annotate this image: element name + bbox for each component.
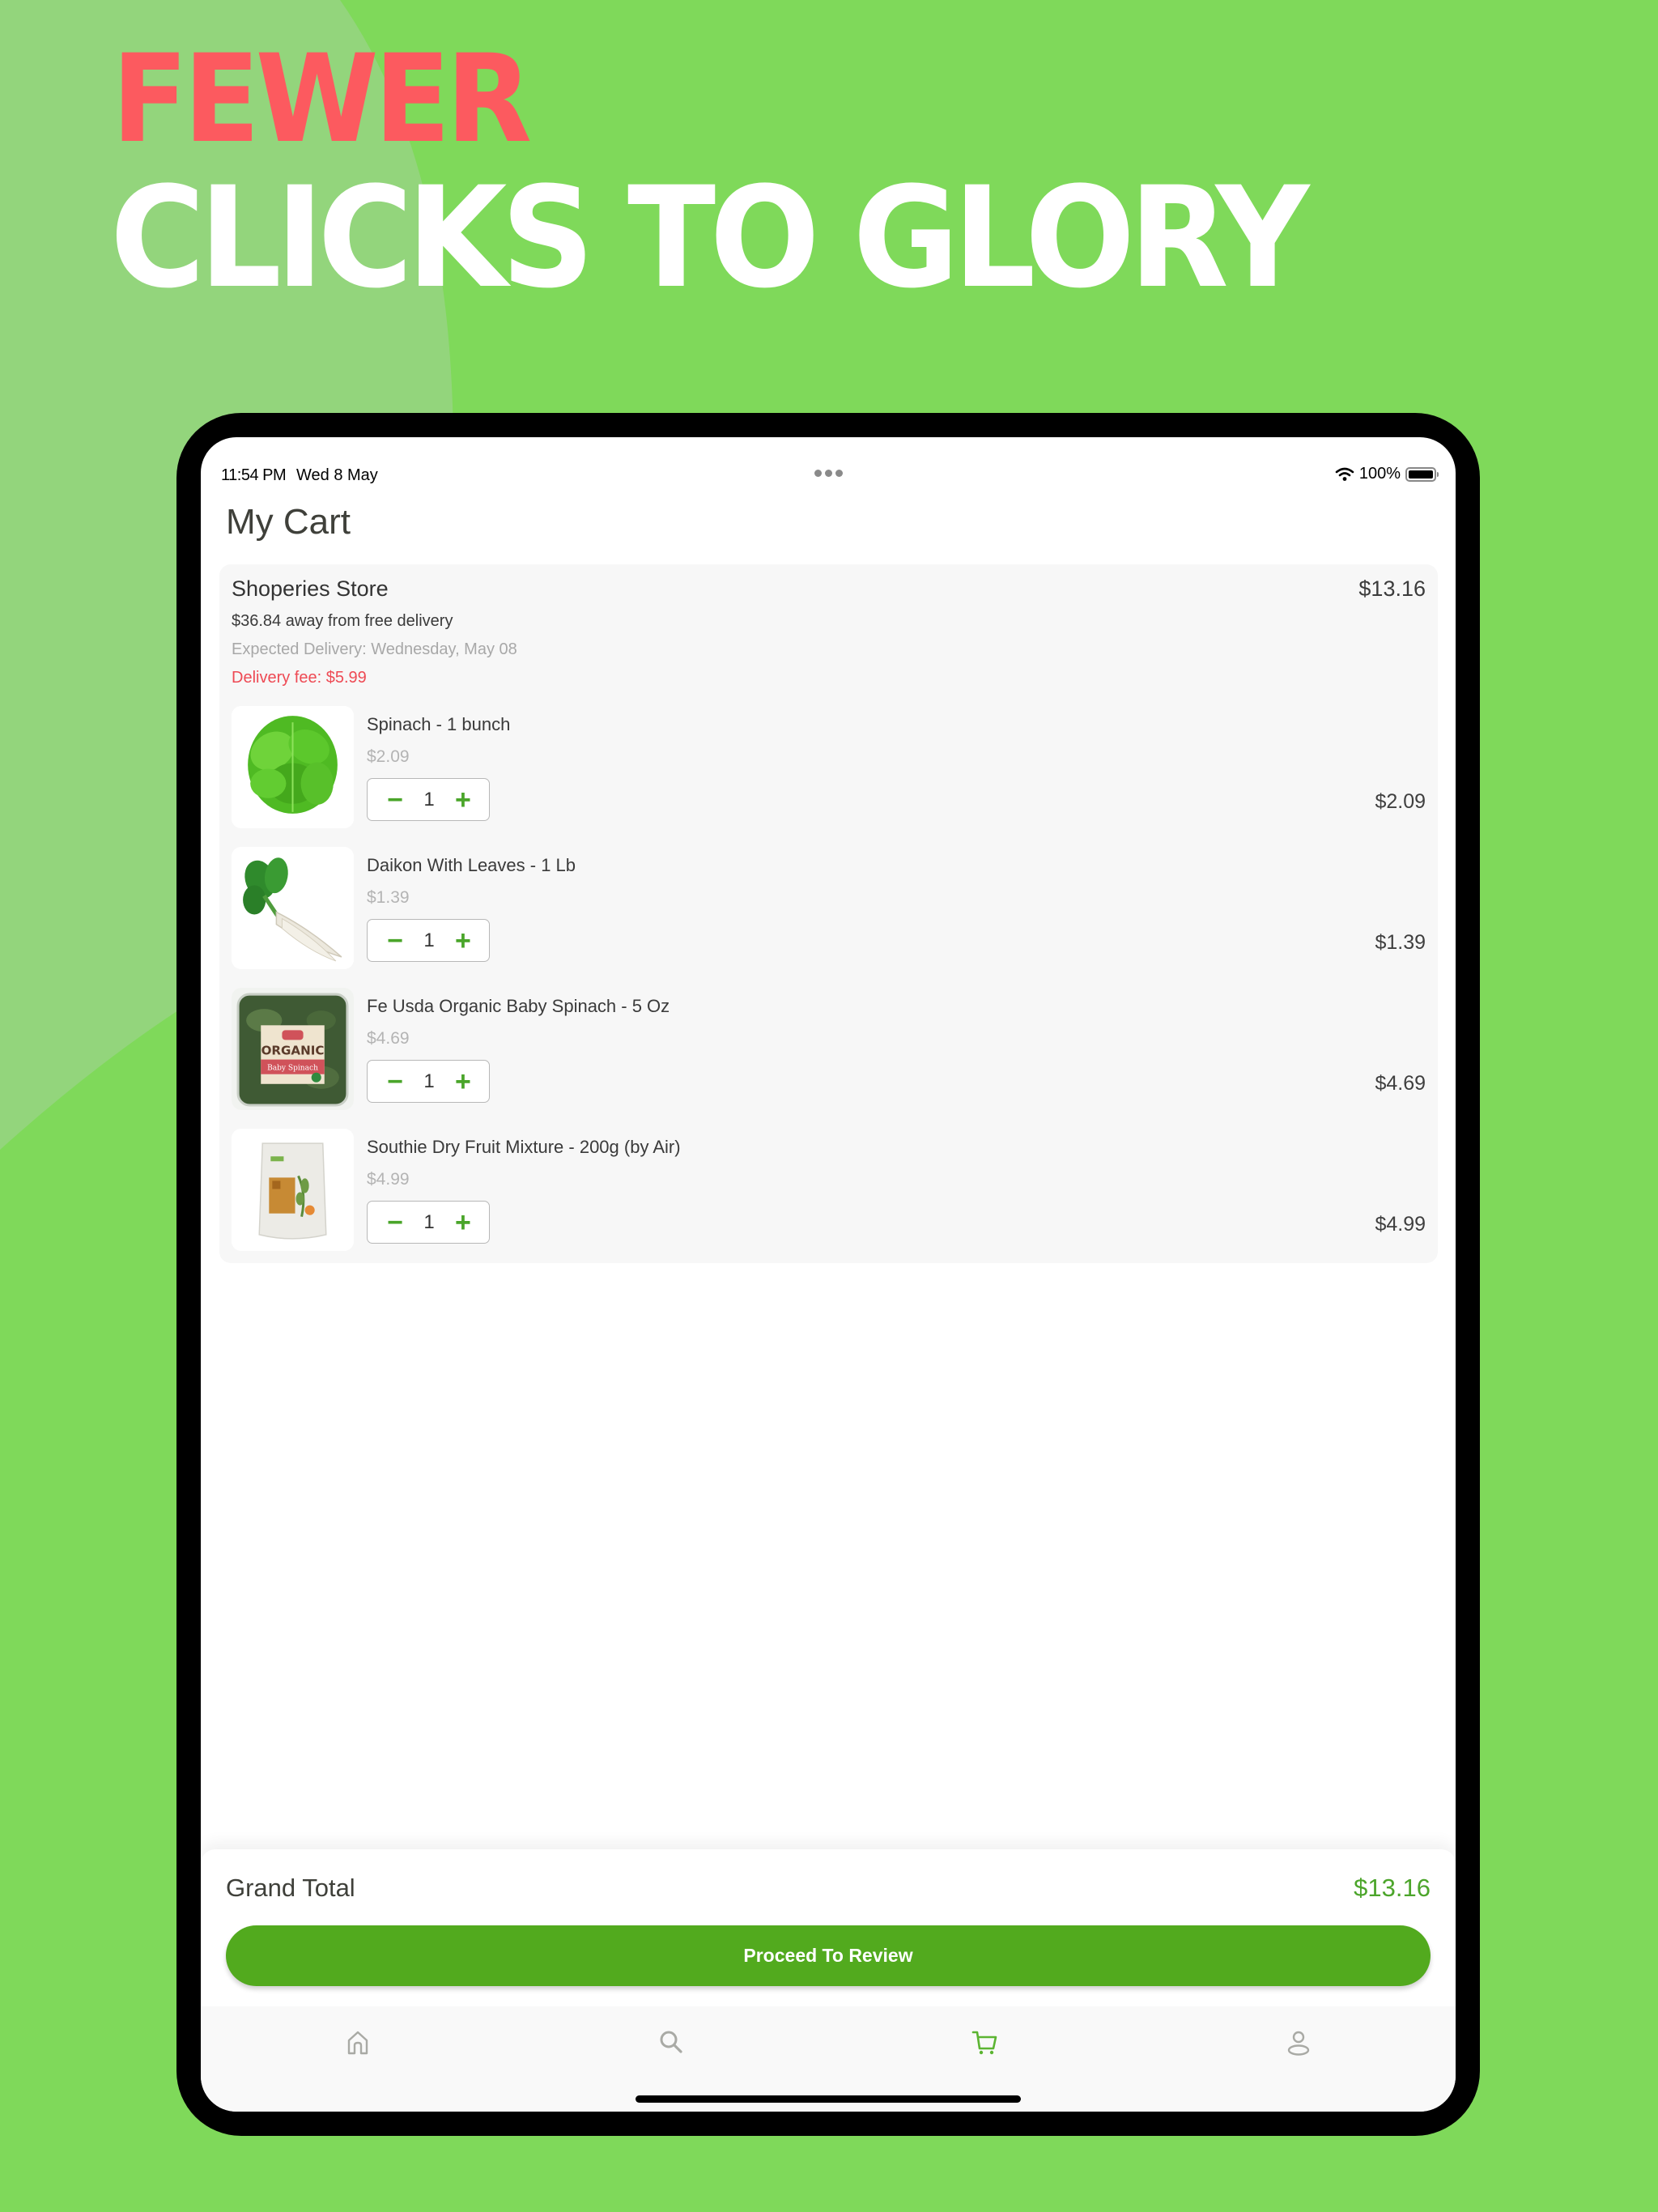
- grand-total-value: $13.16: [1354, 1874, 1431, 1902]
- tablet-screen: 11:54 PM Wed 8 May 100% My Cart Shoperie…: [201, 437, 1456, 2112]
- promo-headline-accent: FEWER: [112, 29, 532, 170]
- home-icon: [347, 2031, 368, 2055]
- status-date: Wed 8 May: [296, 466, 378, 484]
- decrement-button[interactable]: −: [385, 786, 405, 814]
- status-bar: 11:54 PM Wed 8 May 100%: [201, 437, 1456, 486]
- item-line-total: $2.09: [1375, 790, 1426, 813]
- increment-button[interactable]: +: [453, 1068, 473, 1095]
- item-name[interactable]: Spinach - 1 bunch: [367, 714, 510, 735]
- item-unit-price: $4.69: [367, 1029, 410, 1048]
- tablet-frame: 11:54 PM Wed 8 May 100% My Cart Shoperie…: [176, 413, 1480, 2136]
- profile-icon: [1287, 2031, 1310, 2056]
- item-unit-price: $2.09: [367, 747, 410, 766]
- product-image-organic-baby-spinach[interactable]: ORGANIC Baby Spinach: [232, 988, 354, 1110]
- item-line-total: $4.69: [1375, 1072, 1426, 1095]
- item-line-total: $1.39: [1375, 931, 1426, 954]
- cart-icon: [971, 2031, 997, 2055]
- decrement-button[interactable]: −: [385, 1209, 405, 1236]
- wifi-icon: [1335, 467, 1354, 481]
- tab-profile[interactable]: [1274, 2023, 1323, 2063]
- quantity-stepper: − 1 +: [367, 1060, 490, 1103]
- increment-button[interactable]: +: [453, 927, 473, 955]
- quantity-value: 1: [423, 1070, 435, 1092]
- image-label-baby-spinach: Baby Spinach: [267, 1065, 318, 1073]
- tab-home[interactable]: [334, 2023, 382, 2063]
- cart-item: Daikon With Leaves - 1 Lb $1.39 − 1 + $1…: [232, 847, 1426, 972]
- quantity-stepper: − 1 +: [367, 778, 490, 821]
- proceed-to-review-button[interactable]: Proceed To Review: [226, 1925, 1431, 1986]
- decrement-button[interactable]: −: [385, 1068, 405, 1095]
- increment-button[interactable]: +: [453, 1209, 473, 1236]
- quantity-value: 1: [423, 788, 435, 810]
- store-cart-card: Shoperies Store $13.16 $36.84 away from …: [219, 564, 1438, 1263]
- checkout-footer: Grand Total $13.16 Proceed To Review: [201, 1849, 1456, 2006]
- quantity-value: 1: [423, 1210, 435, 1233]
- grand-total-label: Grand Total: [226, 1874, 355, 1902]
- free-delivery-note: $36.84 away from free delivery: [232, 612, 453, 630]
- delivery-fee: Delivery fee: $5.99: [232, 669, 367, 687]
- multitasking-dots-icon[interactable]: [814, 470, 843, 477]
- product-image-spinach[interactable]: [232, 706, 354, 828]
- home-indicator[interactable]: [636, 2095, 1021, 2103]
- item-name[interactable]: Daikon With Leaves - 1 Lb: [367, 855, 576, 876]
- battery-percentage: 100%: [1358, 465, 1401, 483]
- cart-item: ORGANIC Baby Spinach Fe Usda Organic Bab…: [232, 988, 1426, 1113]
- store-name: Shoperies Store: [232, 576, 389, 601]
- increment-button[interactable]: +: [453, 786, 473, 814]
- expected-delivery: Expected Delivery: Wednesday, May 08: [232, 640, 517, 658]
- battery-icon: [1405, 466, 1439, 482]
- image-label-organic: ORGANIC: [261, 1044, 325, 1058]
- tab-cart[interactable]: [961, 2023, 1010, 2063]
- product-image-daikon[interactable]: [232, 847, 354, 969]
- store-subtotal: $13.16: [1358, 576, 1426, 601]
- item-unit-price: $1.39: [367, 888, 410, 907]
- quantity-stepper: − 1 +: [367, 919, 490, 962]
- search-icon: [660, 2031, 682, 2053]
- item-name[interactable]: Fe Usda Organic Baby Spinach - 5 Oz: [367, 996, 670, 1017]
- quantity-value: 1: [423, 929, 435, 951]
- item-line-total: $4.99: [1375, 1213, 1426, 1236]
- tab-search[interactable]: [647, 2023, 695, 2063]
- promo-headline-main: CLICKS TO GLORY: [110, 156, 1309, 319]
- status-indicators: 100%: [1335, 465, 1439, 483]
- page-title: My Cart: [226, 502, 351, 542]
- product-image-dry-fruit-mixture[interactable]: [232, 1129, 354, 1251]
- decrement-button[interactable]: −: [385, 927, 405, 955]
- cart-item: Southie Dry Fruit Mixture - 200g (by Air…: [232, 1129, 1426, 1254]
- cart-item: Spinach - 1 bunch $2.09 − 1 + $2.09: [232, 706, 1426, 832]
- quantity-stepper: − 1 +: [367, 1201, 490, 1244]
- status-time: 11:54 PM: [221, 466, 287, 484]
- item-unit-price: $4.99: [367, 1170, 410, 1189]
- item-name[interactable]: Southie Dry Fruit Mixture - 200g (by Air…: [367, 1137, 681, 1158]
